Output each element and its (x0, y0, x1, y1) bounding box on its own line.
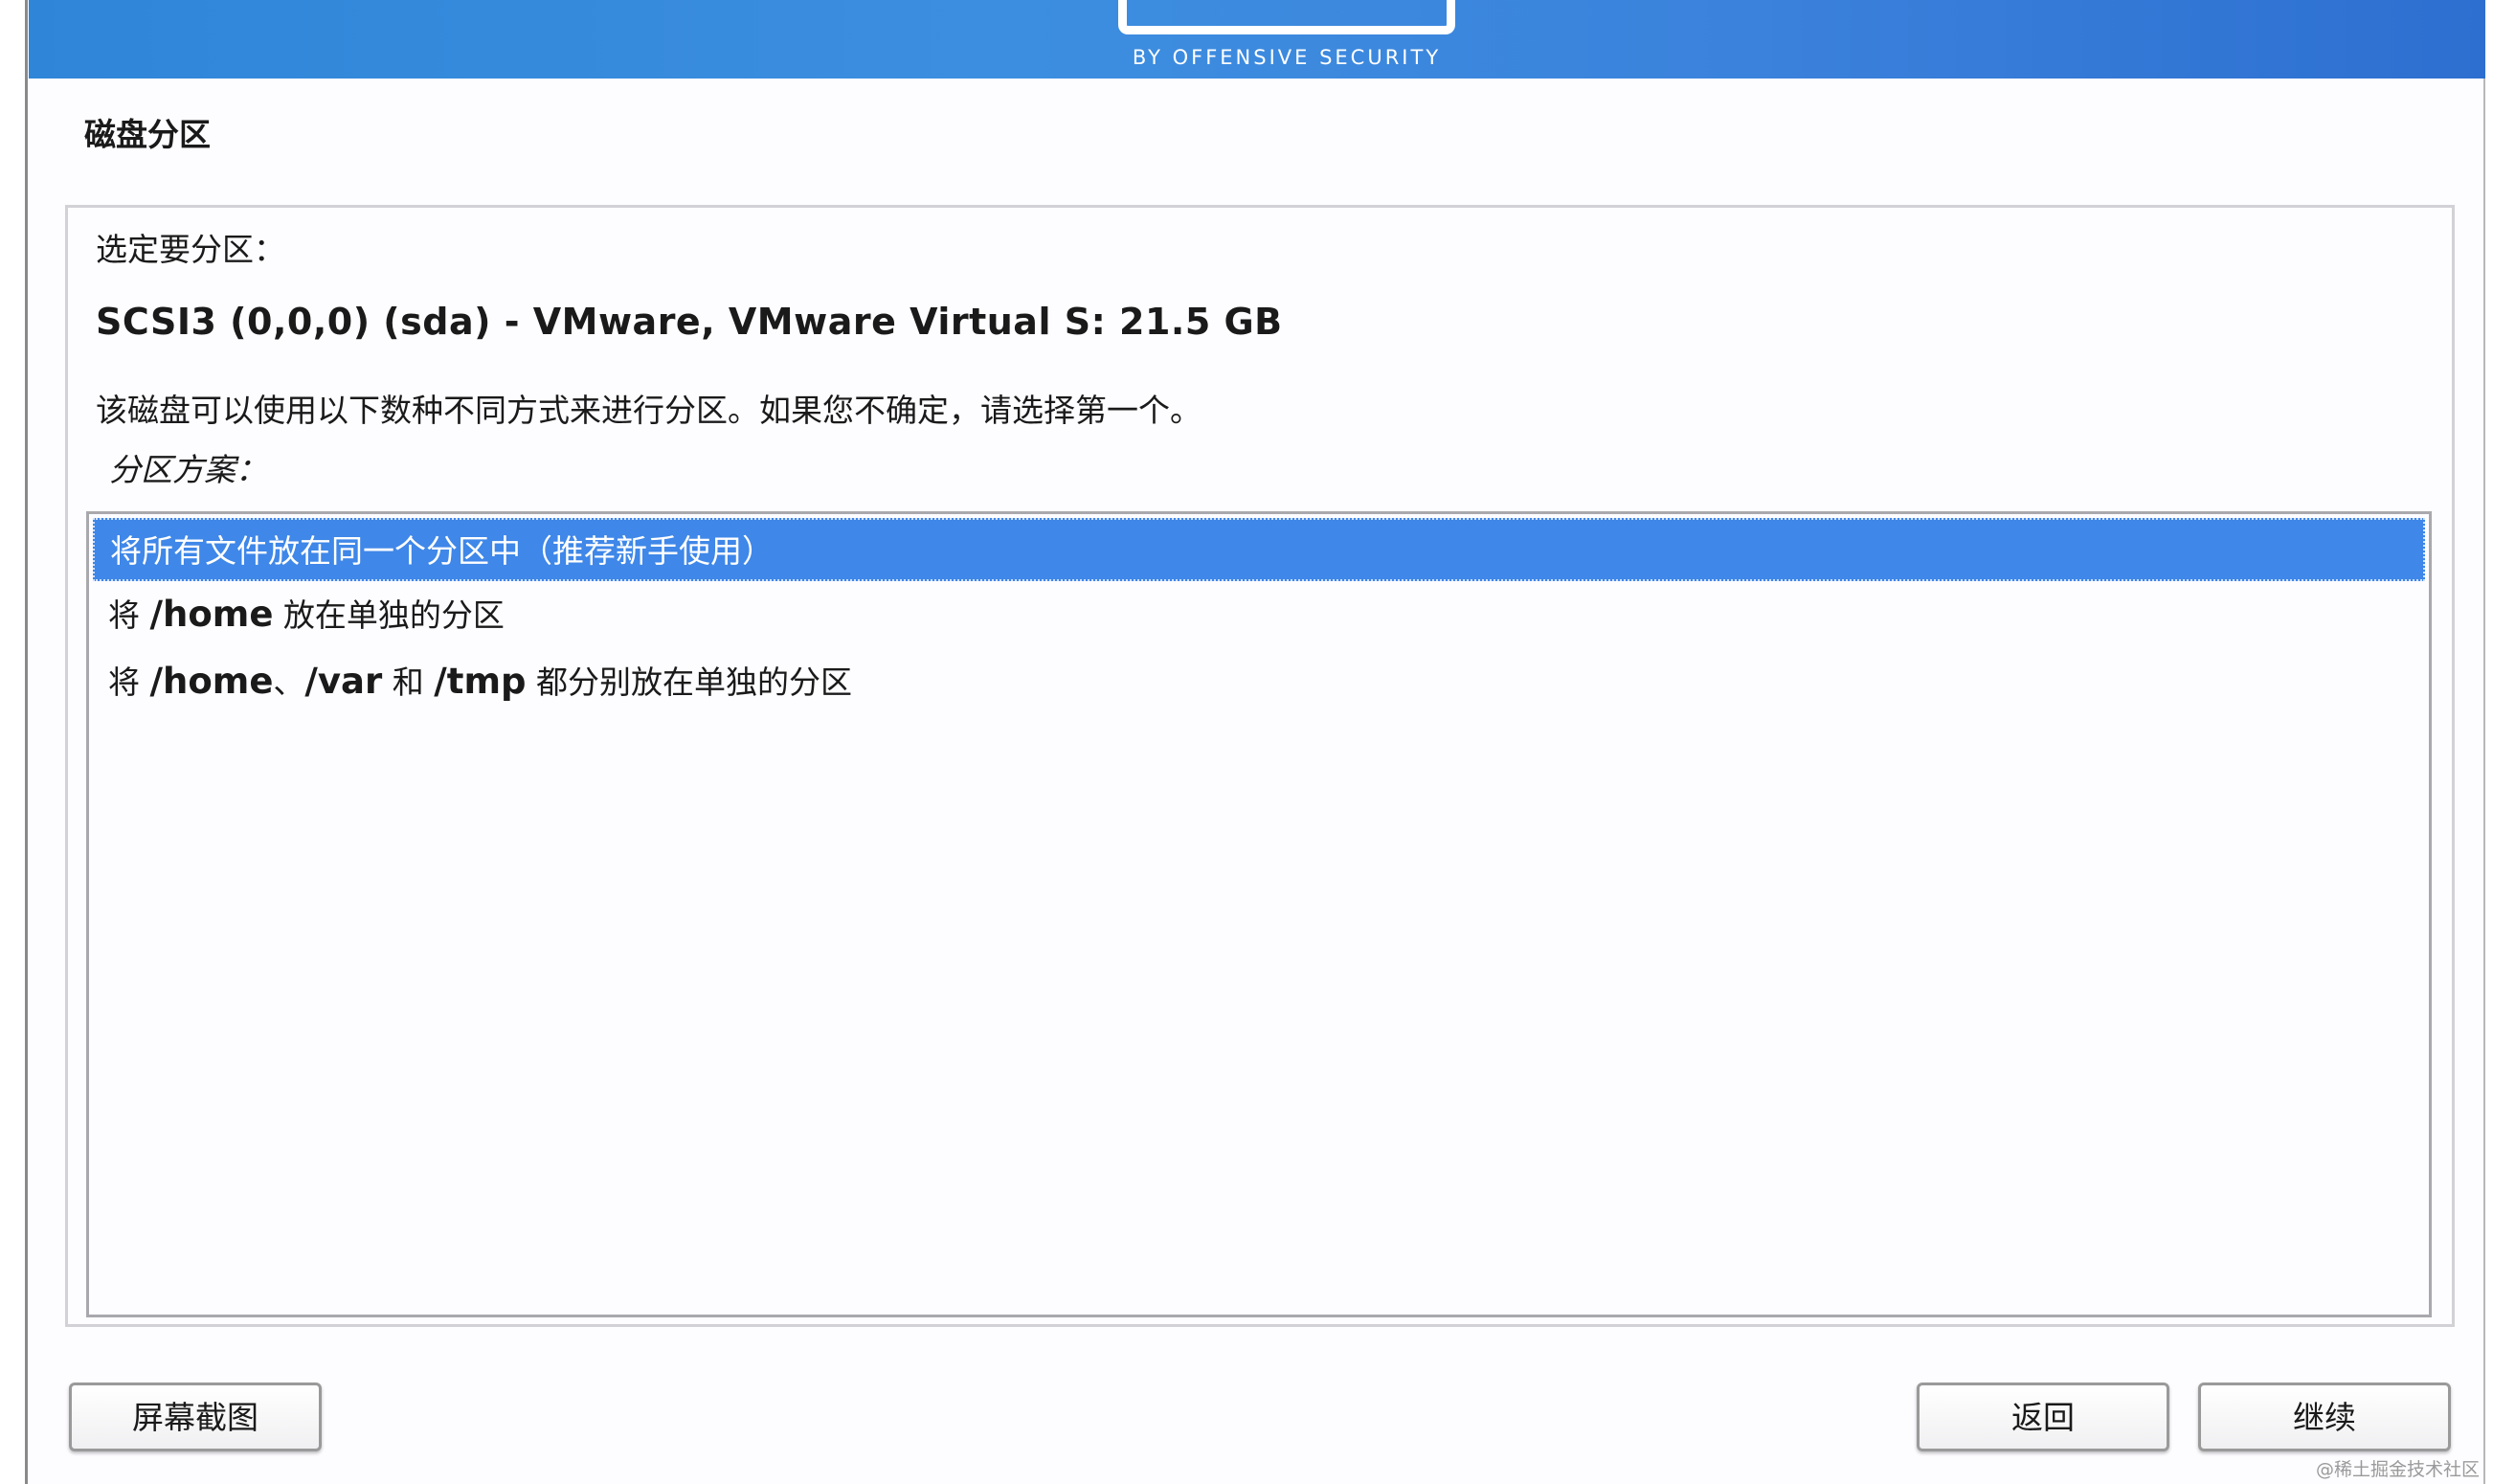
list-item-suffix: 放在单独的分区 (273, 596, 505, 634)
window-right-edge (2483, 0, 2493, 1484)
select-prompt: 选定要分区： (96, 231, 285, 268)
list-item-suffix: 都分别放在单独的分区 (526, 663, 853, 701)
list-item-separate-home-var-tmp[interactable]: 将 /home、/var 和 /tmp 都分别放在单独的分区 (93, 650, 2425, 713)
list-item-separate-home[interactable]: 将 /home 放在单独的分区 (93, 583, 2425, 646)
scheme-label: 分区方案： (109, 451, 267, 488)
list-item-label: 将所有文件放在同一个分区中（推荐新手使用） (110, 532, 774, 570)
logo-subtitle: BY OFFENSIVE SECURITY (1132, 46, 1442, 69)
separator: 和 (382, 663, 435, 701)
path-home: /home (149, 661, 274, 702)
kali-logo-frame (1118, 0, 1455, 34)
list-item-prefix: 将 (108, 663, 150, 701)
path-var: /var (304, 661, 383, 702)
continue-button[interactable]: 继续 (2198, 1383, 2451, 1451)
back-button[interactable]: 返回 (1917, 1383, 2169, 1451)
page-title: 磁盘分区 (84, 116, 211, 153)
disk-name: SCSI3 (0,0,0) (sda) - VMware, VMware Vir… (96, 301, 1283, 343)
watermark: @稀土掘金技术社区 (2315, 1459, 2480, 1480)
separator: 、 (273, 663, 305, 701)
path-tmp: /tmp (434, 661, 527, 702)
list-item-all-in-one[interactable]: 将所有文件放在同一个分区中（推荐新手使用） (93, 518, 2425, 581)
partition-description: 该磁盘可以使用以下数种不同方式来进行分区。如果您不确定，请选择第一个。 (96, 392, 1202, 429)
window-left-edge (0, 0, 28, 1484)
kali-banner: BY OFFENSIVE SECURITY (29, 0, 2485, 79)
screenshot-button[interactable]: 屏幕截图 (69, 1383, 322, 1451)
partition-scheme-list[interactable]: 将所有文件放在同一个分区中（推荐新手使用） 将 /home 放在单独的分区 将 … (86, 511, 2432, 1317)
installer-window: BY OFFENSIVE SECURITY 磁盘分区 选定要分区： SCSI3 … (0, 0, 2493, 1484)
list-item-prefix: 将 (108, 596, 150, 634)
path-home: /home (149, 594, 274, 635)
